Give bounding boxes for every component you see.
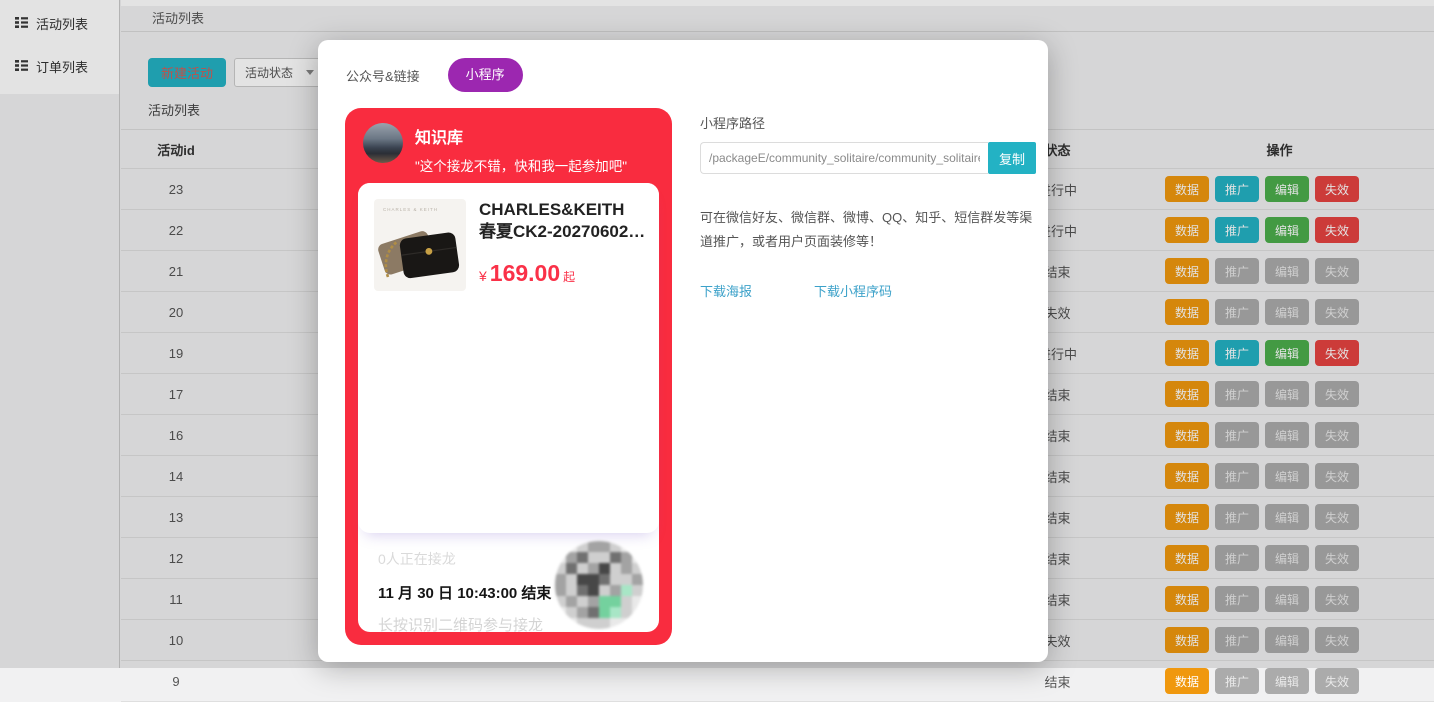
action-invalidate-button: 失效 xyxy=(1315,668,1359,694)
row-actions: 数据推广编辑失效 xyxy=(1125,668,1434,694)
product-section: CHARLES & KEITH CHARLES&KEITH 春夏CK2-2027… xyxy=(358,183,659,533)
path-label: 小程序路径 xyxy=(700,113,1036,132)
row-status: 结束 xyxy=(990,672,1125,691)
miniprogram-panel: 小程序路径 复制 可在微信好友、微信群、微博、QQ、知乎、短信群发等渠道推广，或… xyxy=(700,113,1036,300)
path-row: 复制 xyxy=(700,142,1036,174)
product-price: ¥169.00起 xyxy=(479,260,643,287)
share-modal: 公众号&链接 小程序 知识库 "这个接龙不错，快和我一起参加吧" CHARLES … xyxy=(318,40,1048,662)
action-promote-button: 推广 xyxy=(1215,668,1259,694)
path-input[interactable] xyxy=(700,142,988,174)
modal-tabs: 公众号&链接 小程序 xyxy=(346,58,523,92)
blurred-qr-code-icon xyxy=(555,541,643,629)
tab-official-account-link[interactable]: 公众号&链接 xyxy=(346,66,420,85)
action-data-button[interactable]: 数据 xyxy=(1165,668,1209,694)
share-card-header: 知识库 "这个接龙不错，快和我一起参加吧" xyxy=(345,108,672,175)
product-title-line1: CHARLES&KEITH xyxy=(479,199,643,221)
avatar xyxy=(363,123,403,163)
tab-mini-program[interactable]: 小程序 xyxy=(448,58,523,92)
nickname: 知识库 xyxy=(415,124,627,148)
download-links: 下载海报 下载小程序码 xyxy=(700,281,1036,300)
svg-text:CHARLES & KEITH: CHARLES & KEITH xyxy=(383,207,438,212)
download-poster-link[interactable]: 下载海报 xyxy=(700,281,752,300)
share-card-header-text: 知识库 "这个接龙不错，快和我一起参加吧" xyxy=(415,123,627,175)
share-quote: "这个接龙不错，快和我一起参加吧" xyxy=(415,155,627,175)
product-image: CHARLES & KEITH xyxy=(374,199,466,291)
action-edit-button: 编辑 xyxy=(1265,668,1309,694)
share-card-footer: 0人正在接龙 11 月 30 日 10:43:00 结束 长按识别二维码参与接龙 xyxy=(378,533,645,632)
product-text: CHARLES&KEITH 春夏CK2-20270602… ¥169.00起 xyxy=(479,199,643,287)
share-card: 知识库 "这个接龙不错，快和我一起参加吧" CHARLES & KEITH xyxy=(345,108,672,645)
promotion-tip: 可在微信好友、微信群、微博、QQ、知乎、短信群发等渠道推广，或者用户页面装修等！ xyxy=(700,206,1036,254)
currency-symbol: ¥ xyxy=(479,268,487,284)
row-id: 9 xyxy=(121,674,231,689)
price-value: 169.00 xyxy=(490,260,560,286)
price-suffix: 起 xyxy=(563,270,575,284)
share-card-body: CHARLES & KEITH CHARLES&KEITH 春夏CK2-2027… xyxy=(358,183,659,632)
product-title-line2: 春夏CK2-20270602… xyxy=(479,221,643,243)
download-miniprogram-code-link[interactable]: 下载小程序码 xyxy=(814,281,892,300)
copy-button[interactable]: 复制 xyxy=(988,142,1036,174)
